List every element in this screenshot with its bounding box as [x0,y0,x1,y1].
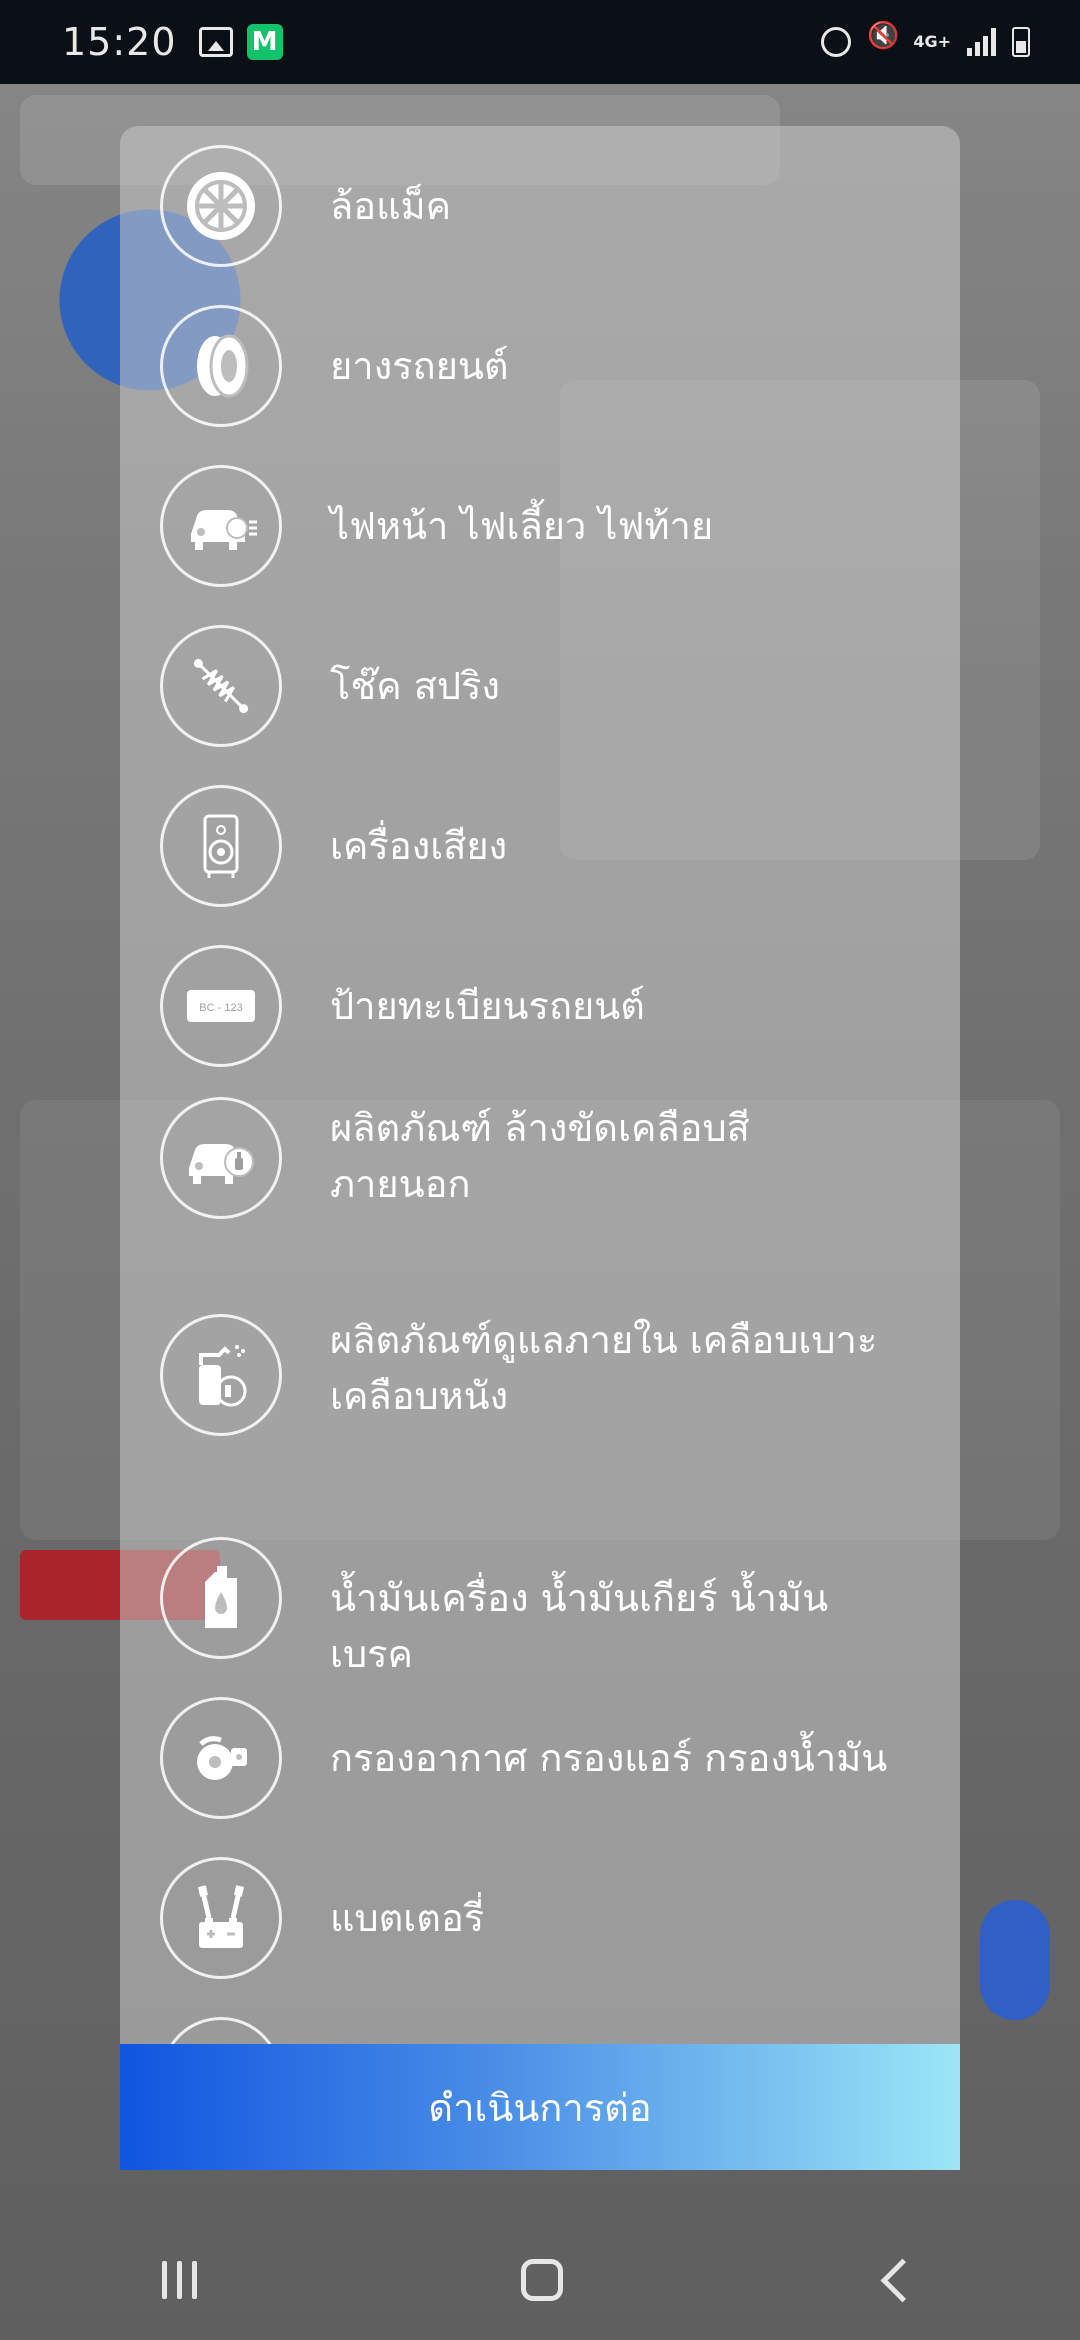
category-item-interior-care[interactable]: ผลิตภัณฑ์ดูแลภายใน เคลือบเบาะ เคลือบหนัง [120,1306,960,1474]
category-label: กรองอากาศ กรองแอร์ กรองน้ำมัน [330,1736,888,1780]
shock-absorber-icon [160,625,282,747]
messenger-m-icon: M [246,24,283,60]
category-label: แบตเตอรี่ [330,1896,485,1940]
network-type-label: 4G+ [913,32,951,51]
back-button[interactable] [880,2258,925,2302]
headlight-car-icon [160,465,282,587]
status-time: 15:20 [62,20,177,64]
oil-bottle-icon [160,1537,282,1659]
category-label: โช๊ค สปริง [330,664,500,708]
speaker-icon [160,785,282,907]
category-item-license-plate[interactable]: BC - 123 ป้ายทะเบียนรถยนต์ [120,942,960,1070]
battery-jumper-icon [160,1857,282,1979]
wheel-icon [160,145,282,267]
gallery-notification-icon [198,27,233,57]
category-item-tire[interactable]: ยางรถยนต์ [120,302,960,430]
category-item-shock-spring[interactable]: โช๊ค สปริง [120,622,960,750]
partial-category-icon [160,2017,282,2046]
plate-text: BC - 123 [199,1002,242,1014]
status-bar: 15:20 M 4G+ [0,0,1080,84]
category-label: ผลิตภัณฑ์ ล้างขัดเคลือบสี ภายนอก [330,1106,750,1206]
continue-button[interactable]: ดำเนินการต่อ [120,2044,960,2170]
category-label: ไฟหน้า ไฟเลี้ยว ไฟท้าย [330,504,714,548]
battery-icon [1012,27,1030,57]
category-item-mag-wheel[interactable]: ล้อแม็ค [120,142,960,270]
category-item-exterior-care[interactable]: ผลิตภัณฑ์ ล้างขัดเคลือบสี ภายนอก [120,1094,960,1262]
interior-spray-icon [160,1314,282,1436]
tire-icon [160,305,282,427]
license-plate-icon: BC - 123 [160,945,282,1067]
category-item-filters[interactable]: กรองอากาศ กรองแอร์ กรองน้ำมัน [120,1694,960,1822]
category-label: ล้อแม็ค [330,184,452,228]
category-item-battery[interactable]: แบตเตอรี่ [120,1854,960,1982]
mute-icon [867,21,899,57]
alarm-icon [821,27,852,57]
category-item-partial[interactable] [120,2014,960,2046]
category-label: ยางรถยนต์ [330,344,509,388]
car-wash-product-icon [160,1097,282,1219]
category-label: ป้ายทะเบียนรถยนต์ [330,984,645,1028]
recent-apps-button[interactable] [162,2261,197,2299]
air-filter-icon [160,1697,282,1819]
home-button[interactable] [521,2259,563,2301]
category-picker-modal: ล้อแม็ค ยางรถยนต์ ไฟหน้า ไฟเลี้ยว ไฟท้าย… [120,126,960,2170]
category-label: เครื่องเสียง [330,824,508,868]
category-item-lights[interactable]: ไฟหน้า ไฟเลี้ยว ไฟท้าย [120,462,960,590]
category-item-oils[interactable]: น้ำมันเครื่อง น้ำมันเกียร์ น้ำมันเบรค [120,1534,960,1676]
category-list[interactable]: ล้อแม็ค ยางรถยนต์ ไฟหน้า ไฟเลี้ยว ไฟท้าย… [120,126,960,2046]
category-label: น้ำมันเครื่อง น้ำมันเกียร์ น้ำมันเบรค [330,1576,829,1676]
category-item-audio[interactable]: เครื่องเสียง [120,782,960,910]
signal-strength-icon [967,28,996,56]
navigation-bar [0,2220,1080,2340]
category-label: ผลิตภัณฑ์ดูแลภายใน เคลือบเบาะ เคลือบหนัง [330,1318,878,1418]
background-fab [980,1900,1050,2020]
